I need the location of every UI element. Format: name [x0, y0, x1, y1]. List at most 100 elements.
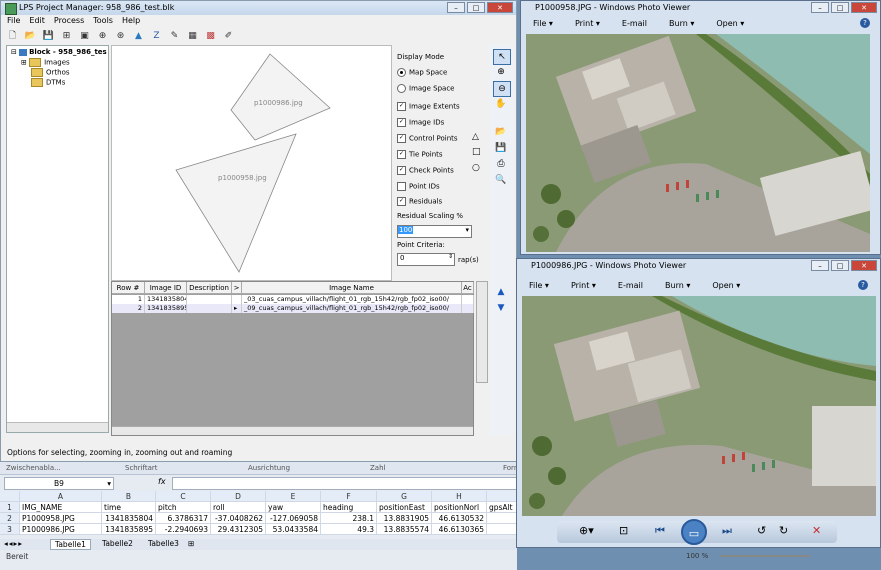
map-space-radio[interactable]: Map Space [397, 68, 447, 77]
row-header[interactable]: 2 [0, 513, 20, 524]
cell[interactable]: positionNorl [432, 502, 487, 513]
maximize-button[interactable]: □ [831, 260, 849, 271]
tie-points-checkbox[interactable]: ✓ Tie Points [397, 150, 443, 159]
point-ids-checkbox[interactable]: Point IDs [397, 182, 440, 191]
cell[interactable]: -127.069058 [266, 513, 321, 524]
menu-email[interactable]: E-mail [618, 281, 643, 290]
dtm-extract-icon[interactable]: Z [149, 29, 164, 43]
control-points-checkbox[interactable]: ✓ Control Points [397, 134, 458, 143]
tree-item-dtms[interactable]: DTMs [31, 78, 65, 87]
fx-icon[interactable]: fx [158, 477, 166, 486]
residuals-checkbox[interactable]: ✓ Residuals [397, 197, 442, 206]
image-space-radio[interactable]: Image Space [397, 84, 454, 93]
frame-editor-icon[interactable]: ▣ [77, 29, 92, 43]
cell[interactable]: 1341835895 [102, 524, 156, 535]
formula-bar[interactable] [172, 477, 517, 490]
row-header[interactable]: 1 [0, 502, 20, 513]
sheet-tab-active[interactable]: Tabelle1 [50, 539, 91, 550]
sheet-tab[interactable]: Tabelle2 [98, 539, 137, 548]
cell[interactable]: pitch [156, 502, 211, 513]
mosaic-icon[interactable]: ▩ [203, 29, 218, 43]
find-icon[interactable]: 🔍 [493, 173, 509, 187]
cell[interactable]: 49.3 [321, 524, 377, 535]
column-header[interactable]: G [377, 491, 432, 502]
cell[interactable]: yaw [266, 502, 321, 513]
menu-open[interactable]: Open ▾ [716, 19, 744, 28]
zoom-in-icon[interactable]: ⊕ [493, 65, 509, 79]
tree-root[interactable]: ⊟ Block - 958_986_tes [11, 48, 107, 56]
move-up-icon[interactable]: ▲ [493, 285, 509, 299]
select-arrow-icon[interactable]: ↖ [493, 49, 511, 65]
name-box[interactable]: B9 ▾ [4, 477, 114, 490]
cell[interactable]: 13.8835574 [377, 524, 432, 535]
menu-process[interactable]: Process [54, 16, 84, 25]
zoom-slider[interactable] [720, 555, 810, 557]
save-icon[interactable]: 💾 [41, 29, 56, 43]
menu-edit[interactable]: Edit [29, 16, 45, 25]
slideshow-button[interactable]: ▭ [681, 519, 707, 545]
column-header[interactable]: H [432, 491, 487, 502]
previous-icon[interactable]: ⏮ [655, 524, 665, 538]
close-button[interactable]: ✕ [487, 2, 513, 13]
help-icon[interactable]: ? [860, 18, 870, 28]
column-header[interactable]: F [321, 491, 377, 502]
cell[interactable]: gpsAlt [487, 502, 517, 513]
actual-size-icon[interactable]: ⊡ [619, 524, 628, 537]
cell[interactable]: 29.4312305 [211, 524, 266, 535]
menu-file[interactable]: File ▾ [533, 19, 553, 28]
map-view[interactable]: p1000986.jpg p1000958.jpg [111, 45, 392, 281]
print-icon[interactable]: ⎙ [493, 157, 509, 171]
menu-burn[interactable]: Burn ▾ [665, 281, 690, 290]
cell[interactable]: 238.1 [321, 513, 377, 524]
col-header[interactable]: > [232, 282, 242, 294]
add-frame-icon[interactable]: ⊞ [59, 29, 74, 43]
column-header[interactable]: E [266, 491, 321, 502]
cell[interactable]: roll [211, 502, 266, 513]
check-points-checkbox[interactable]: ✓ Check Points [397, 166, 454, 175]
new-file-icon[interactable]: 🗋 [5, 29, 20, 43]
tree-item-orthos[interactable]: Orthos [31, 68, 70, 77]
open-image-icon[interactable]: 📂 [493, 125, 509, 139]
rotate-right-icon[interactable]: ↻ [779, 524, 788, 537]
cell[interactable]: P1000958.JPG [20, 513, 102, 524]
next-icon[interactable]: ⏭ [722, 524, 732, 538]
minimize-button[interactable]: – [811, 260, 829, 271]
cell[interactable]: 13.8831905 [377, 513, 432, 524]
cell[interactable]: 46.6130532 [432, 513, 487, 524]
footprint-p1000986[interactable] [230, 53, 331, 141]
close-button[interactable]: ✕ [851, 2, 877, 13]
cell[interactable]: positionEast [377, 502, 432, 513]
cell[interactable]: 53.0433584 [266, 524, 321, 535]
cell[interactable]: 6.3786317 [156, 513, 211, 524]
cell[interactable]: time [102, 502, 156, 513]
minimize-button[interactable]: – [447, 2, 465, 13]
cell[interactable] [487, 524, 517, 535]
cell[interactable]: -2.2940693 [156, 524, 211, 535]
sheet-nav-icon[interactable]: ◂◂▸▸ [4, 539, 23, 548]
column-header[interactable]: D [211, 491, 266, 502]
feature-collect-icon[interactable]: ✐ [221, 29, 236, 43]
column-header[interactable]: C [156, 491, 211, 502]
menu-file[interactable]: File ▾ [529, 281, 549, 290]
cell[interactable]: 46.6130365 [432, 524, 487, 535]
point-criteria-input[interactable]: 0 ⇕ [397, 253, 455, 266]
roam-hand-icon[interactable]: ✋ [493, 97, 509, 111]
maximize-button[interactable]: □ [467, 2, 485, 13]
zoom-out-icon[interactable]: ⊖ [493, 81, 511, 97]
cell[interactable]: 1341835804 [102, 513, 156, 524]
col-header[interactable]: Image ID [145, 282, 187, 294]
menu-print[interactable]: Print ▾ [575, 19, 600, 28]
move-down-icon[interactable]: ▼ [493, 301, 509, 315]
footprint-p1000958[interactable] [175, 133, 297, 273]
minimize-button[interactable]: – [811, 2, 829, 13]
rotate-left-icon[interactable]: ↺ [757, 524, 766, 537]
auto-tie-icon[interactable]: ⊛ [113, 29, 128, 43]
dtm-edit-icon[interactable]: ✎ [167, 29, 182, 43]
help-icon[interactable]: ? [858, 280, 868, 290]
image-ids-checkbox[interactable]: ✓ Image IDs [397, 118, 444, 127]
cell[interactable]: IMG_NAME [20, 502, 102, 513]
row-header[interactable]: 3 [0, 524, 20, 535]
cell[interactable]: P1000986.JPG [20, 524, 102, 535]
cell[interactable]: heading [321, 502, 377, 513]
menu-file[interactable]: File [7, 16, 20, 25]
